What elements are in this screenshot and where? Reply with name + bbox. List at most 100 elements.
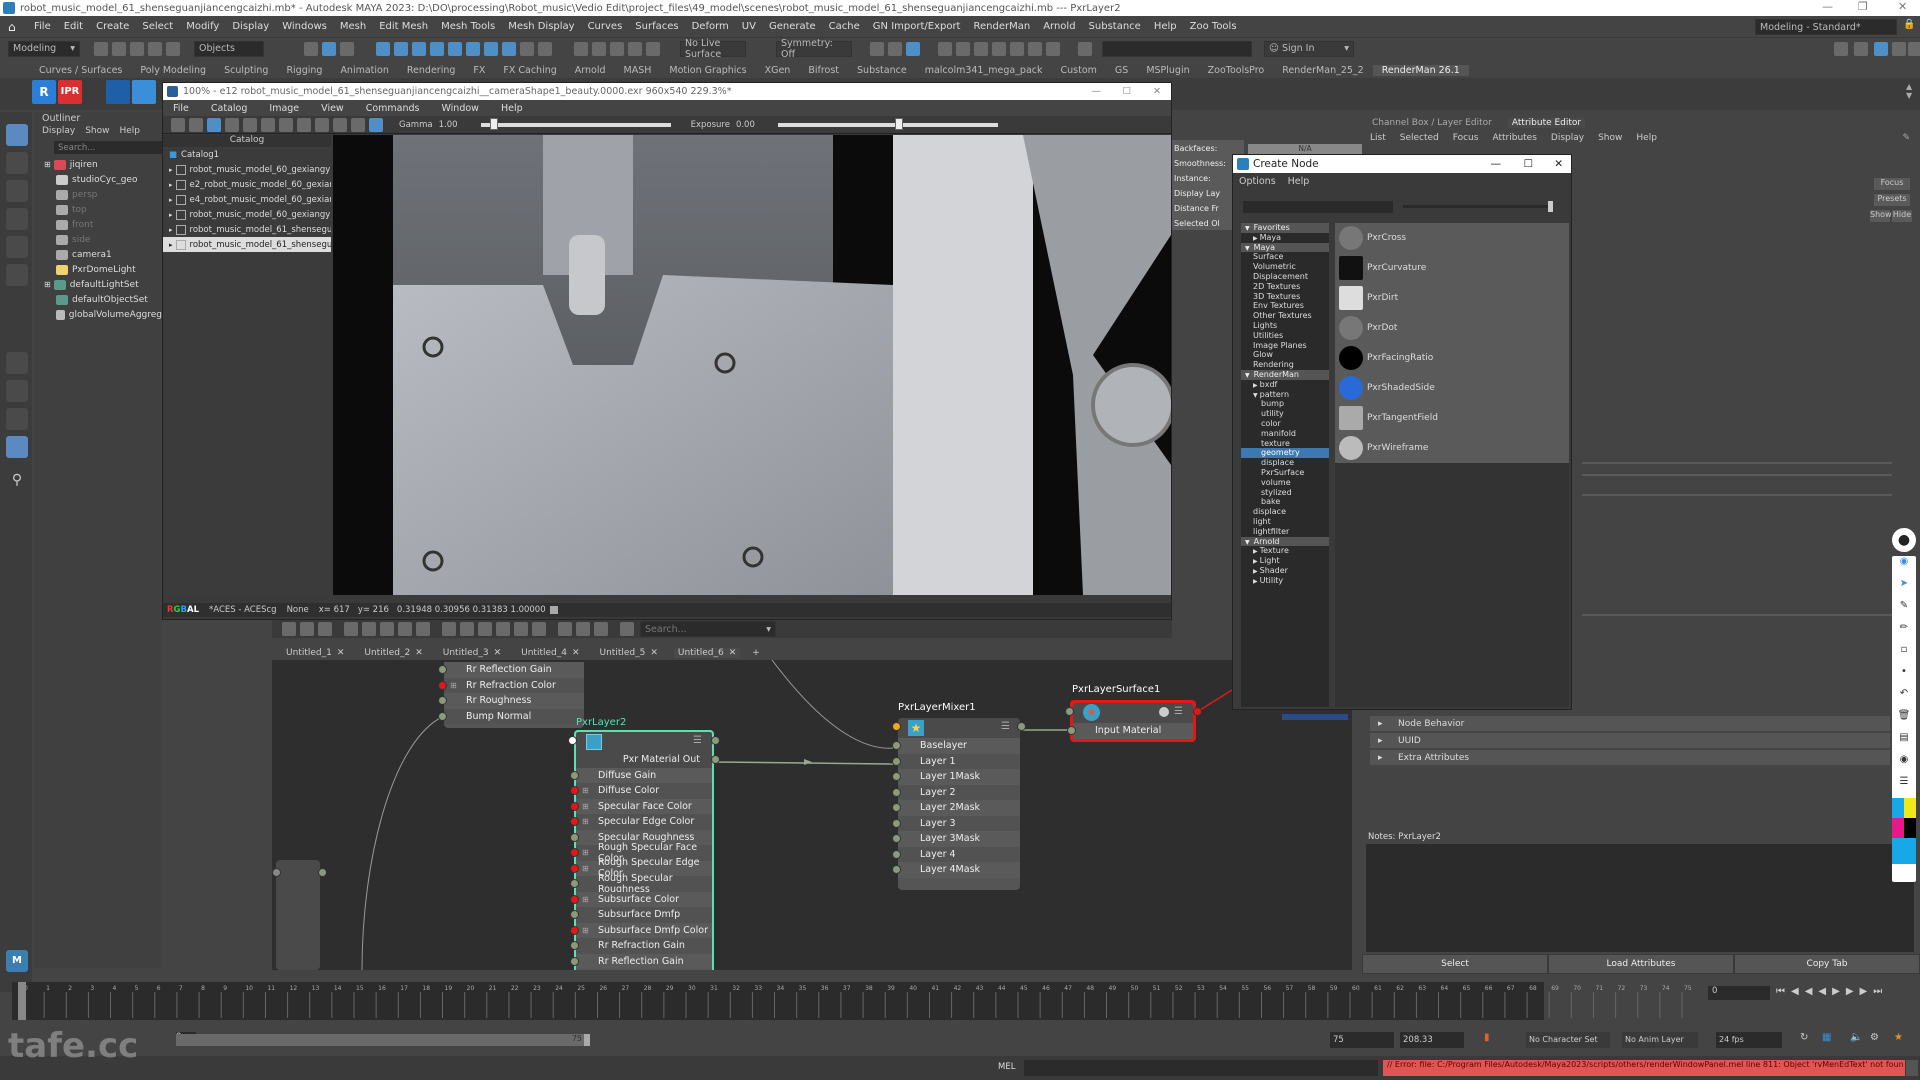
- select-hierarchy-icon[interactable]: [304, 41, 318, 56]
- ae-menu-selected[interactable]: Selected: [1400, 133, 1439, 143]
- tree-item[interactable]: geometry: [1241, 448, 1329, 459]
- shelf-tab[interactable]: malcolm341_mega_pack: [916, 65, 1052, 76]
- tree-item[interactable]: bump: [1241, 399, 1329, 409]
- node-attribute[interactable]: Layer 3Mask: [892, 831, 1020, 847]
- input-port[interactable]: [570, 910, 579, 919]
- close-button[interactable]: ✕: [1898, 0, 1907, 13]
- ae-menu-list[interactable]: List: [1370, 133, 1386, 143]
- input-port[interactable]: [892, 834, 901, 843]
- node-list-item[interactable]: PxrCross: [1335, 223, 1569, 253]
- tree-item[interactable]: ▼ RenderMan: [1241, 369, 1329, 380]
- expand-icon[interactable]: ⊞: [44, 160, 51, 169]
- output-port[interactable]: [711, 736, 720, 745]
- input-port[interactable]: [892, 818, 901, 828]
- node-attribute[interactable]: Rr Reflection Gain: [438, 662, 584, 678]
- icon-size-handle[interactable]: [1548, 201, 1553, 212]
- save-scene-icon[interactable]: [130, 41, 144, 56]
- shelf-tab[interactable]: ZooToolsPro: [1199, 65, 1274, 76]
- rv-menu-file[interactable]: File: [173, 103, 189, 114]
- toggle-modeling-toolkit-icon[interactable]: [1834, 41, 1848, 56]
- history-icon[interactable]: [574, 41, 588, 56]
- render-view-icon[interactable]: [938, 41, 952, 56]
- catalog-item[interactable]: ▸ e2_robot_music_model_60_gexiangyix: [163, 177, 331, 192]
- color-black[interactable]: [1904, 818, 1916, 838]
- expand-icon[interactable]: ▸: [169, 211, 173, 219]
- workspace-dropdown[interactable]: Modeling - Standard*: [1755, 19, 1897, 35]
- tree-item[interactable]: Env Textures: [1241, 301, 1329, 311]
- tree-item[interactable]: color: [1241, 419, 1329, 429]
- node-list-item[interactable]: PxrWireframe: [1335, 433, 1569, 463]
- node-attribute[interactable]: Layer 4Mask: [892, 862, 1020, 878]
- input-port[interactable]: [892, 803, 901, 812]
- symmetry-dropdown[interactable]: Symmetry: Off: [776, 38, 852, 60]
- expand-icon[interactable]: ⊞: [582, 864, 589, 873]
- expand-icon[interactable]: ▶: [1253, 548, 1258, 555]
- node-search-field[interactable]: [1243, 201, 1393, 213]
- close-tab-icon[interactable]: ✕: [494, 648, 502, 658]
- node-editor-tab[interactable]: Untitled_6 ✕: [673, 648, 741, 658]
- show-button[interactable]: Show: [1870, 210, 1892, 222]
- pin-tool-icon[interactable]: ●: [1892, 528, 1916, 552]
- attr-slider-track[interactable]: [1582, 494, 1892, 496]
- menuset-dropdown[interactable]: Modeling ▾: [8, 40, 80, 57]
- undo-icon[interactable]: ↶: [1892, 688, 1916, 710]
- tree-item[interactable]: ▶ Texture: [1241, 546, 1329, 556]
- undo-icon[interactable]: [148, 41, 162, 56]
- restore-button[interactable]: ❐: [1858, 0, 1868, 13]
- tree-item[interactable]: Lights: [1241, 321, 1329, 331]
- shelf-renderman-button[interactable]: [106, 80, 130, 104]
- input-output-icon[interactable]: [620, 622, 634, 636]
- outliner-menu-help[interactable]: Help: [119, 126, 140, 136]
- maximize-button[interactable]: ☐: [1524, 158, 1533, 170]
- expand-icon[interactable]: ▸: [1378, 753, 1383, 763]
- snap-curve-icon[interactable]: [394, 41, 408, 56]
- minimize-button[interactable]: —: [1092, 86, 1102, 97]
- input-port[interactable]: [570, 848, 579, 857]
- expand-icon[interactable]: ⊞: [44, 280, 51, 289]
- sound-icon[interactable]: 🔈: [1850, 1032, 1862, 1043]
- input-port[interactable]: [272, 868, 281, 877]
- expand-icon[interactable]: ▶: [1253, 558, 1258, 565]
- graph-output-icon[interactable]: [318, 622, 332, 636]
- keep-image-icon[interactable]: [315, 117, 329, 132]
- catalog-item[interactable]: ▸ e4_robot_music_model_60_gexiangyix: [163, 192, 331, 207]
- snap-grid-icon[interactable]: [376, 41, 390, 56]
- play-forward-icon[interactable]: ▶: [1832, 986, 1840, 997]
- shelf-tab[interactable]: Animation: [331, 65, 397, 76]
- node-attribute[interactable]: Bump Normal: [438, 708, 584, 724]
- time-slider[interactable]: 0123456789101112131415161718192021222324…: [12, 982, 1692, 1020]
- shelf-tab[interactable]: Poly Modeling: [131, 65, 215, 76]
- input-port[interactable]: [438, 711, 447, 721]
- shelf-tab[interactable]: Sculpting: [215, 65, 277, 76]
- close-tab-icon[interactable]: ✕: [572, 648, 580, 658]
- channel-l[interactable]: L: [194, 605, 199, 615]
- menu-curves[interactable]: Curves: [588, 21, 623, 32]
- collapse-icon[interactable]: ▼: [1245, 372, 1250, 379]
- outliner-item[interactable]: defaultObjectSet: [34, 292, 162, 307]
- shelf-tab[interactable]: XGen: [756, 65, 800, 76]
- node-attribute[interactable]: ⊞ Specular Face Color: [570, 798, 712, 814]
- script-icon[interactable]: ★: [1894, 1032, 1903, 1043]
- menu-gn-import-export[interactable]: GN Import/Export: [873, 21, 961, 32]
- tree-item[interactable]: ▼ Arnold: [1241, 536, 1329, 547]
- input-port[interactable]: [892, 756, 901, 766]
- shelf-tab[interactable]: FX: [464, 65, 494, 76]
- loop-icon[interactable]: ↻: [1800, 1032, 1808, 1043]
- node-attribute[interactable]: Subsurface Dmfp: [570, 907, 712, 923]
- scale-tool-icon[interactable]: [6, 264, 28, 286]
- node-editor-tab[interactable]: Untitled_4 ✕: [517, 648, 583, 658]
- close-button[interactable]: ✕: [1554, 158, 1563, 170]
- paint-select-tool-icon[interactable]: [6, 180, 28, 202]
- select-tool-icon[interactable]: [6, 124, 28, 146]
- color-magenta[interactable]: [1892, 818, 1904, 838]
- attr-slider-track[interactable]: [1582, 462, 1892, 464]
- tree-item[interactable]: Displacement: [1241, 272, 1329, 282]
- shelf-tab[interactable]: Rigging: [277, 65, 331, 76]
- clear-graph-icon[interactable]: [398, 622, 412, 636]
- exposure-field[interactable]: 0.00: [736, 120, 764, 130]
- node-menu-icon[interactable]: ☰: [693, 735, 702, 746]
- menu-cache[interactable]: Cache: [829, 21, 860, 32]
- snapshot-icon[interactable]: [243, 117, 257, 132]
- renderman-icon[interactable]: [369, 117, 383, 132]
- four-view-icon[interactable]: [6, 380, 28, 402]
